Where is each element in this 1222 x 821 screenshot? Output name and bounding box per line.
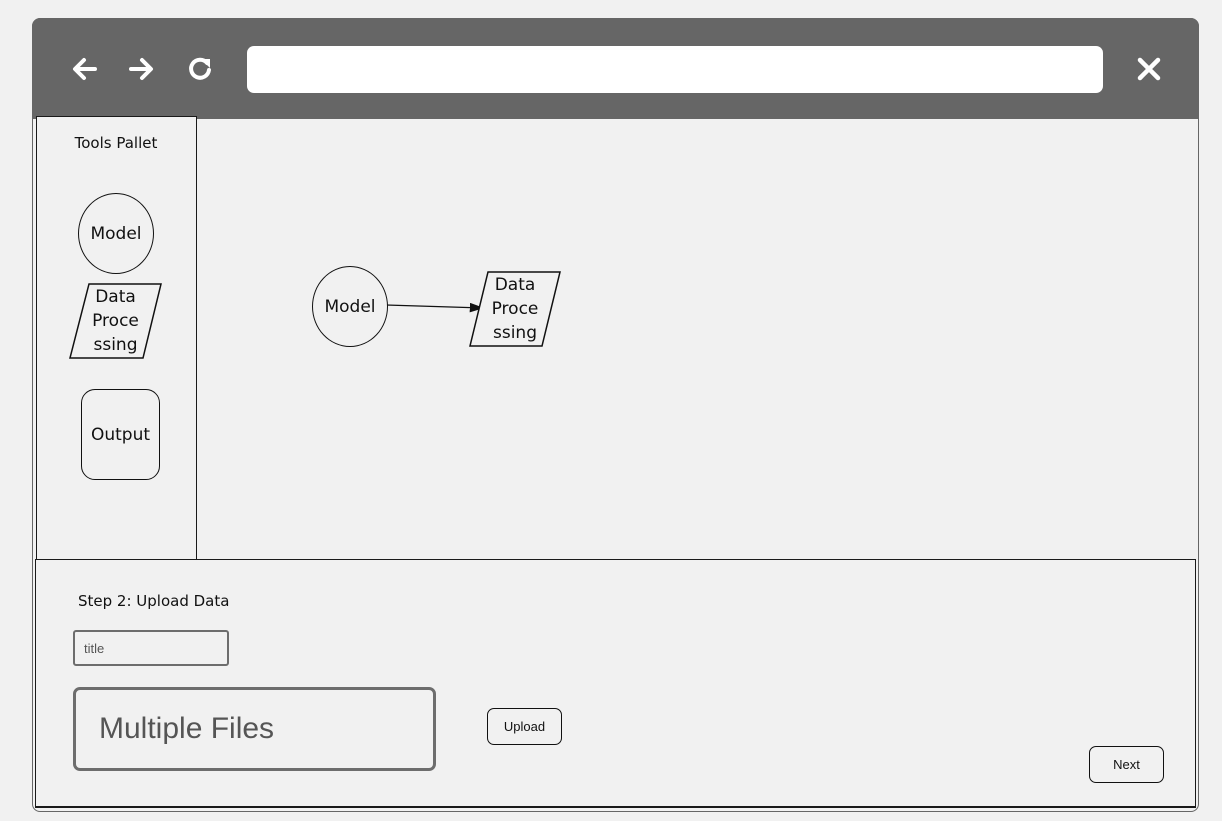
reload-button[interactable] [183, 52, 217, 86]
arrow-left-icon [69, 54, 99, 84]
tools-palette: Tools Pallet Model Data Proce ssing Outp… [36, 116, 197, 560]
palette-model-tool[interactable]: Model [78, 193, 154, 274]
palette-title: Tools Pallet [74, 134, 158, 152]
upload-button-label: Upload [503, 719, 546, 734]
next-button[interactable]: Next [1089, 746, 1164, 783]
browser-toolbar [32, 18, 1199, 119]
back-button[interactable] [67, 52, 101, 86]
palette-data-processing-label: Data Proce ssing [92, 287, 139, 355]
upload-panel: Step 2: Upload Data Multiple Files Uploa… [35, 559, 1196, 808]
title-input[interactable] [73, 630, 229, 666]
next-button-label: Next [1113, 757, 1140, 772]
diagram-canvas[interactable]: Model Data Proce ssing [36, 119, 1194, 560]
edge-model-to-data-processing [385, 302, 485, 313]
close-icon [1135, 55, 1163, 83]
palette-data-processing-tool[interactable]: Data Proce ssing [69, 283, 162, 359]
canvas-data-processing-node[interactable]: Data Proce ssing [469, 271, 561, 347]
canvas-model-label: Model [324, 296, 376, 317]
palette-output-label: Output [90, 424, 151, 445]
url-bar[interactable] [247, 46, 1103, 93]
palette-output-tool[interactable]: Output [81, 389, 160, 480]
browser-window: Model Data Proce ssing Tools Pallet Mode… [32, 18, 1199, 812]
forward-button[interactable] [125, 52, 159, 86]
close-button[interactable] [1132, 52, 1166, 86]
canvas-data-processing-label: Data Proce ssing [491, 275, 539, 343]
step-label: Step 2: Upload Data [78, 592, 230, 610]
arrow-right-icon [127, 54, 157, 84]
palette-model-label: Model [90, 223, 142, 244]
files-label: Multiple Files [99, 712, 275, 745]
canvas-model-node[interactable]: Model [312, 266, 388, 347]
reload-icon [185, 54, 215, 84]
upload-button[interactable]: Upload [487, 708, 562, 745]
multiple-files-dropzone[interactable]: Multiple Files [73, 687, 436, 771]
